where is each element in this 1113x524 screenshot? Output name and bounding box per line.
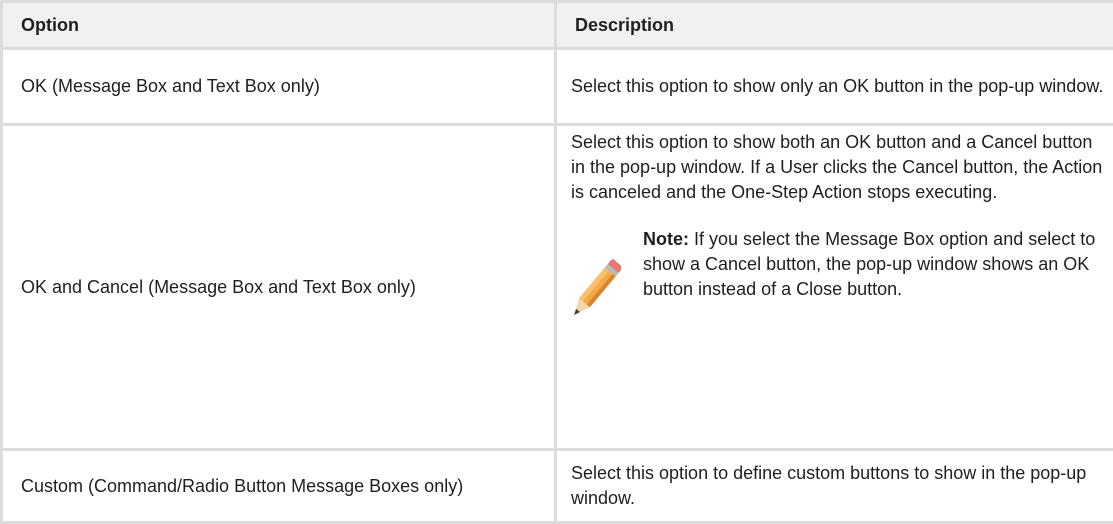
description-text: Select this option to show both an OK bu…	[571, 130, 1105, 205]
options-table: Option Description OK (Message Box and T…	[0, 0, 1113, 524]
table-header-row: Option Description	[2, 2, 1113, 49]
note-text-container: Note: If you select the Message Box opti…	[643, 227, 1105, 302]
description-cell: Select this option to show only an OK bu…	[556, 49, 1113, 125]
pencil-icon	[571, 249, 621, 329]
description-cell: Select this option to define custom butt…	[556, 450, 1113, 523]
option-cell: OK (Message Box and Text Box only)	[2, 49, 556, 125]
option-cell: OK and Cancel (Message Box and Text Box …	[2, 125, 556, 450]
table-row: Custom (Command/Radio Button Message Box…	[2, 450, 1113, 523]
note-label: Note:	[643, 229, 689, 249]
table-row: OK and Cancel (Message Box and Text Box …	[2, 125, 1113, 450]
table-row: OK (Message Box and Text Box only) Selec…	[2, 49, 1113, 125]
option-cell: Custom (Command/Radio Button Message Box…	[2, 450, 556, 523]
note-block: Note: If you select the Message Box opti…	[571, 227, 1105, 329]
note-body: If you select the Message Box option and…	[643, 229, 1095, 299]
description-cell: Select this option to show both an OK bu…	[556, 125, 1113, 450]
header-description: Description	[556, 2, 1113, 49]
header-option: Option	[2, 2, 556, 49]
